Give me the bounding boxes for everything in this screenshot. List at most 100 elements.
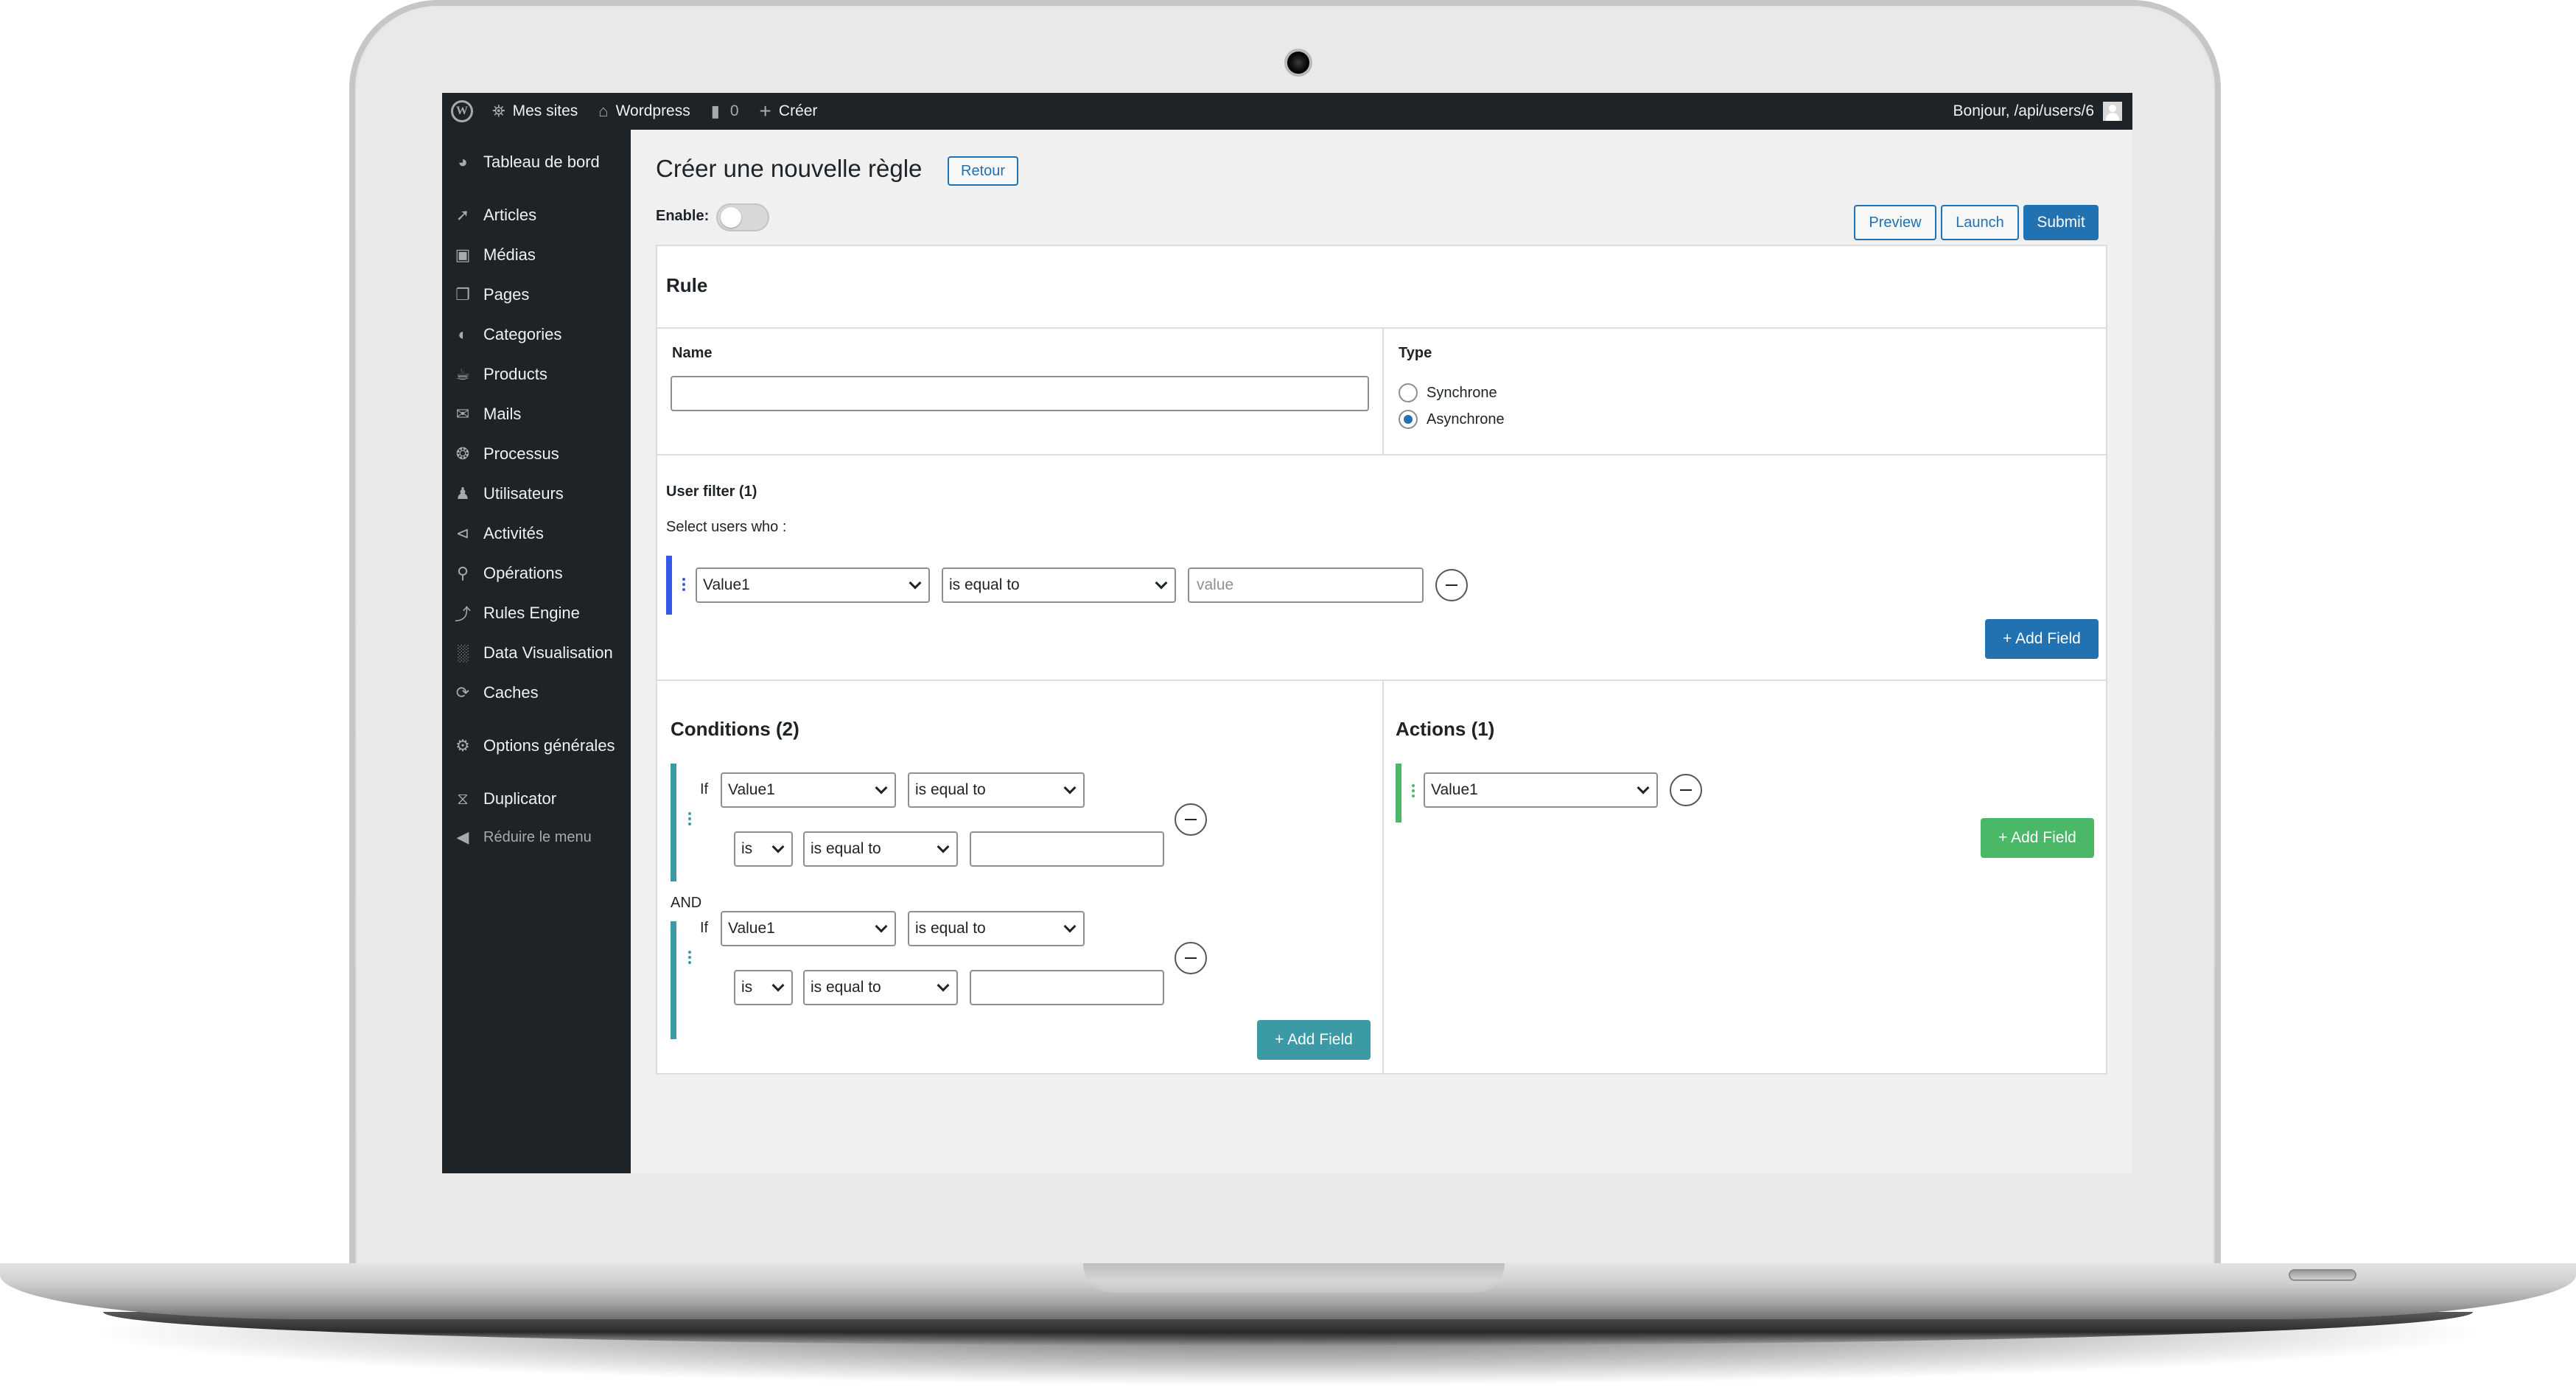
actions-add-field-button[interactable]: + Add Field: [1981, 818, 2094, 858]
sidebar-item-pages[interactable]: ❐ Pages: [442, 279, 631, 311]
duplicator-icon: ⧖: [457, 789, 469, 808]
collapse-menu-button[interactable]: ◀ Réduire le menu: [442, 821, 631, 853]
sidebar-item-data-visualisation[interactable]: ░ Data Visualisation: [442, 637, 631, 669]
divider: [1382, 680, 1384, 1073]
condition-remove-button[interactable]: [1175, 942, 1207, 974]
chevron-down-icon: [875, 920, 888, 933]
type-radio-asynchrone[interactable]: [1399, 410, 1418, 429]
type-radio-synchrone[interactable]: [1399, 383, 1418, 402]
pin-icon: ➚: [455, 206, 470, 224]
type-option-label: Synchrone: [1427, 385, 1497, 401]
sidebar-item-label: Activités: [483, 524, 544, 542]
action-remove-button[interactable]: [1670, 774, 1702, 806]
select-value: Value1: [1431, 781, 1478, 798]
greeting-text: Bonjour, /api/users/6: [1953, 102, 2094, 119]
condition-sub-operator-select[interactable]: is equal to: [803, 970, 958, 1005]
sidebar-item-label: Opérations: [483, 564, 563, 582]
condition-operator-select[interactable]: is equal to: [908, 911, 1085, 946]
enable-toggle[interactable]: [716, 203, 769, 231]
submit-button[interactable]: Submit: [2023, 205, 2099, 240]
comments-menu[interactable]: ▮ 0: [701, 93, 749, 130]
sidebar-item-articles[interactable]: ➚ Articles: [442, 199, 631, 231]
select-value: is equal to: [915, 920, 986, 937]
chevron-down-icon: [1063, 920, 1077, 933]
user-filter-remove-button[interactable]: [1435, 569, 1468, 601]
enable-label: Enable:: [656, 208, 710, 224]
collapse-icon: ◀: [456, 828, 469, 846]
type-label: Type: [1399, 345, 1432, 361]
sidebar-item-label: Médias: [483, 245, 536, 264]
condition-field-select[interactable]: Value1: [721, 911, 896, 946]
admin-bar: W ⛯ Mes sites ⌂ Wordpress ▮ 0 + Créer Bo…: [442, 93, 2132, 130]
condition-remove-button[interactable]: [1175, 803, 1207, 836]
wordpress-logo-menu[interactable]: W: [442, 93, 482, 130]
actions-title: Actions (1): [1396, 718, 1495, 740]
condition-sub-value-input[interactable]: [970, 831, 1164, 867]
drag-handle-icon[interactable]: [688, 812, 693, 827]
divider: [657, 454, 2106, 455]
sidebar-item-label: Rules Engine: [483, 604, 580, 622]
drag-handle-icon[interactable]: [1412, 784, 1416, 799]
sidebar-item-duplicator[interactable]: ⧖ Duplicator: [442, 783, 631, 815]
site-name-menu[interactable]: ⌂ Wordpress: [588, 93, 700, 130]
dashboard-icon: ◕: [458, 153, 468, 171]
user-filter-field-select[interactable]: Value1: [696, 567, 930, 603]
comments-count: 0: [729, 102, 739, 119]
select-value: is equal to: [915, 781, 986, 798]
sidebar-item-products[interactable]: ☕ Products: [442, 358, 631, 391]
sidebar-item-processus[interactable]: ❂ Processus: [442, 438, 631, 470]
account-menu[interactable]: Bonjour, /api/users/6: [1953, 102, 2132, 121]
sidebar-item-categories[interactable]: ◐ Categories: [442, 318, 631, 351]
chevron-down-icon: [937, 979, 950, 992]
condition-accent-bar: [671, 764, 676, 881]
user-filter-add-field-button[interactable]: + Add Field: [1985, 619, 2099, 659]
condition-sub-value-input[interactable]: [970, 970, 1164, 1005]
avatar: [2103, 102, 2122, 121]
drag-handle-icon[interactable]: [688, 951, 693, 965]
sidebar-item-medias[interactable]: ▣ Médias: [442, 239, 631, 271]
sidebar-item-label: Caches: [483, 683, 539, 702]
rules-icon: ⤴: [454, 605, 471, 624]
sidebar-item-label: Réduire le menu: [483, 828, 592, 845]
new-content-menu[interactable]: + Créer: [749, 93, 828, 130]
wordpress-logo-icon: W: [451, 100, 473, 122]
mail-icon: ✉: [455, 405, 470, 423]
user-filter-value-input[interactable]: value: [1188, 567, 1424, 603]
sidebar-item-utilisateurs[interactable]: ♟ Utilisateurs: [442, 478, 631, 510]
sidebar-item-rules-engine[interactable]: ⤴ Rules Engine: [442, 597, 631, 629]
condition-sub-operator-select[interactable]: is equal to: [803, 831, 958, 867]
condition-field-select[interactable]: Value1: [721, 772, 896, 808]
chevron-down-icon: [1155, 576, 1168, 590]
sidebar-item-label: Tableau de bord: [483, 153, 600, 171]
drag-handle-icon[interactable]: [682, 578, 687, 593]
sidebar-item-caches[interactable]: ⟳ Caches: [442, 677, 631, 709]
divider: [1382, 327, 1384, 454]
media-icon: ▣: [455, 245, 471, 264]
condition-sub-is-select[interactable]: is: [734, 970, 793, 1005]
name-input[interactable]: [671, 376, 1369, 411]
sidebar-item-label: Products: [483, 365, 547, 383]
my-sites-label: Mes sites: [512, 102, 578, 119]
sidebar-item-dashboard[interactable]: ◕ Tableau de bord: [442, 146, 631, 178]
condition-operator-select[interactable]: is equal to: [908, 772, 1085, 808]
condition-if-label: If: [700, 920, 709, 936]
sidebar-item-operations[interactable]: ⚲ Opérations: [442, 557, 631, 590]
sidebar-item-mails[interactable]: ✉ Mails: [442, 398, 631, 430]
sidebar-item-options-generales[interactable]: ⚙ Options générales: [442, 730, 631, 762]
rule-form-panel: Rule Name Type Synchrone Asynchrone User…: [656, 245, 2107, 1075]
my-sites-menu[interactable]: ⛯ Mes sites: [482, 93, 588, 130]
preview-button[interactable]: Preview: [1854, 205, 1936, 240]
user-filter-accent-bar: [666, 556, 672, 615]
sidebar-item-activites[interactable]: ⊲ Activités: [442, 517, 631, 550]
condition-sub-is-select[interactable]: is: [734, 831, 793, 867]
select-value: Value1: [703, 576, 750, 593]
back-button[interactable]: Retour: [948, 156, 1019, 186]
launch-button[interactable]: Launch: [1941, 205, 2019, 240]
user-filter-operator-select[interactable]: is equal to: [942, 567, 1176, 603]
conditions-add-field-button[interactable]: + Add Field: [1257, 1020, 1371, 1060]
comment-icon: ▮: [710, 102, 720, 120]
sidebar-item-label: Data Visualisation: [483, 643, 613, 662]
rule-section-title: Rule: [666, 274, 708, 296]
action-field-select[interactable]: Value1: [1424, 772, 1658, 808]
condition-accent-bar: [671, 921, 676, 1039]
